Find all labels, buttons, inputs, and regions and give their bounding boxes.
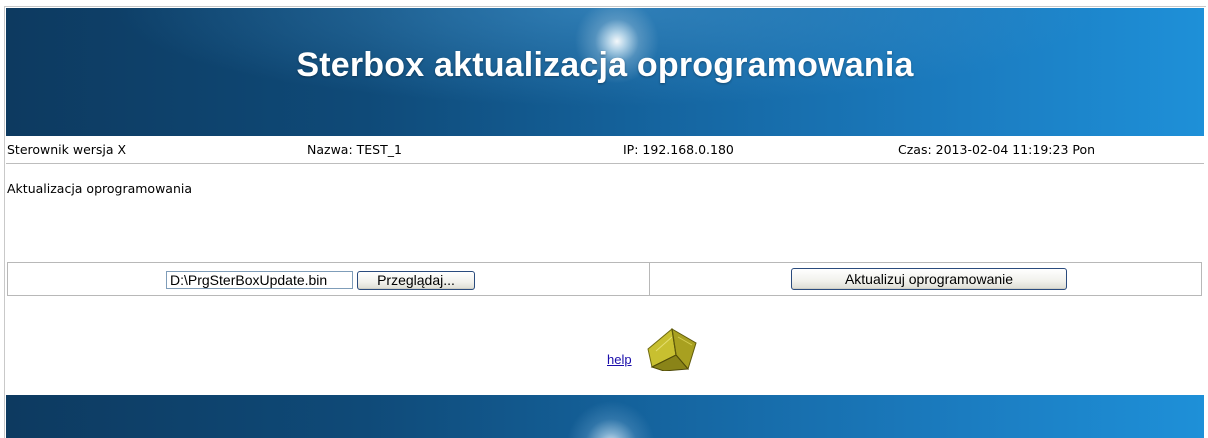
page-frame: Sterbox aktualizacja oprogramowania Ster… [4,6,1206,438]
browse-button[interactable]: Przeglądaj... [357,271,475,290]
section-heading: Aktualizacja oprogramowania [7,181,193,196]
file-path-input[interactable]: D:\PrgSterBoxUpdate.bin [166,271,353,289]
footer-banner [6,395,1204,438]
controller-version: Sterownik wersja X [7,142,127,157]
update-firmware-button[interactable]: Aktualizuj oprogramowanie [791,268,1067,290]
current-time: Czas: 2013-02-04 11:19:23 Pon [898,142,1096,157]
cell-divider [649,263,650,295]
device-name: Nazwa: TEST_1 [307,142,402,157]
book-icon[interactable] [642,325,702,371]
ip-address: IP: 192.168.0.180 [623,142,734,157]
page-title: Sterbox aktualizacja oprogramowania [296,46,914,84]
header-banner: Sterbox aktualizacja oprogramowania [6,8,1204,136]
upload-form: D:\PrgSterBoxUpdate.bin Przeglądaj... Ak… [7,262,1202,296]
help-link[interactable]: help [607,352,632,367]
status-bar: Sterownik wersja X Nazwa: TEST_1 IP: 192… [6,136,1204,164]
